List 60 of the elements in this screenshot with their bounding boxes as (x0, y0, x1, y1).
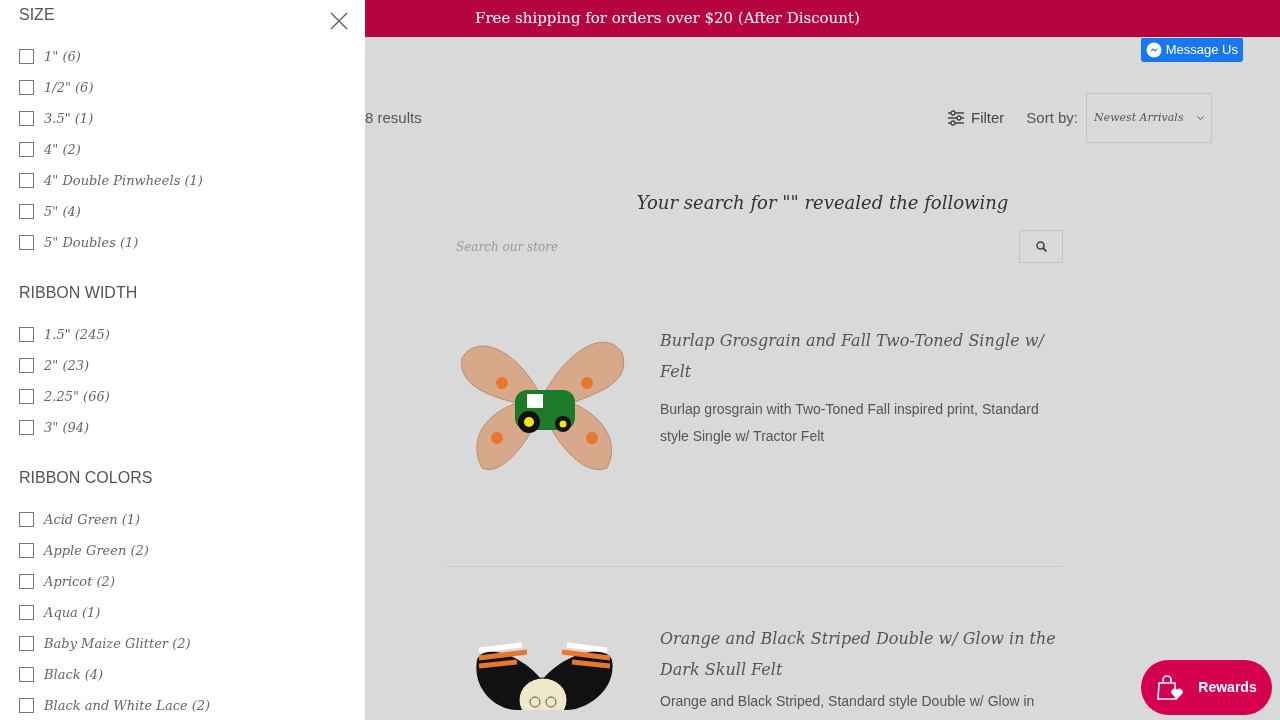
sort-label: Sort by: (1026, 107, 1078, 128)
checkbox[interactable] (19, 80, 34, 95)
search-icon (1035, 241, 1047, 252)
checkbox[interactable] (19, 636, 34, 651)
option-label: 5" (4) (44, 202, 81, 221)
shopping-bag-icon (1156, 674, 1185, 701)
option-label: Apple Green (2) (44, 541, 149, 560)
close-icon (330, 12, 348, 30)
sort-dropdown[interactable]: Newest Arrivals (1086, 93, 1212, 143)
section-heading: RIBBON COLORS (19, 468, 153, 488)
option-label: 1.5" (245) (44, 325, 110, 344)
chat-bubble-icon (1145, 42, 1162, 58)
checkbox[interactable] (19, 358, 34, 373)
product-description: Burlap grosgrain with Two-Toned Fall inspired print, Standard style Single w/ Tractor Felt (660, 400, 1040, 446)
option-label: 1/2" (6) (44, 78, 94, 97)
sliders-icon (947, 110, 964, 126)
close-button[interactable] (328, 10, 350, 32)
option-label: Black and White Lace (2) (44, 696, 211, 715)
checkbox[interactable] (19, 389, 34, 404)
chevron-down-icon (1197, 115, 1204, 121)
option-label: 1" (6) (44, 47, 81, 66)
checkbox[interactable] (19, 204, 34, 219)
option-label: 5" Doubles (1) (44, 233, 139, 252)
checkbox[interactable] (19, 49, 34, 64)
option-label: 2" (23) (44, 356, 90, 375)
rewards-button[interactable]: Rewards (1141, 660, 1272, 715)
checkbox[interactable] (19, 327, 34, 342)
option-label: Baby Maize Glitter (2) (44, 634, 191, 653)
product-title[interactable]: Orange and Black Striped Double w/ Glow in the Dark Skull Felt (660, 623, 1063, 685)
section-heading: SIZE (19, 5, 55, 25)
option-label: Apricot (2) (44, 572, 115, 591)
results-count: 8 results (365, 107, 422, 128)
checkbox[interactable] (19, 698, 34, 713)
checkbox[interactable] (19, 605, 34, 620)
option-label: 3.5" (1) (44, 109, 94, 128)
search-button[interactable] (1019, 230, 1063, 263)
checkbox[interactable] (19, 111, 34, 126)
option-label: Black (4) (44, 665, 104, 684)
checkbox[interactable] (19, 574, 34, 589)
option-label: 3" (94) (44, 418, 90, 437)
announcement-text: Free shipping for orders over $20 (After Discount) (475, 8, 860, 30)
product-description: Orange and Black Striped, Standard style Double w/ Glow in (660, 692, 1036, 711)
product-title[interactable]: Burlap Grosgrain and Fall Two-Toned Single w/ Felt (660, 325, 1063, 387)
filter-button[interactable]: Filter (947, 106, 1005, 130)
message-us-button[interactable]: Message Us (1140, 38, 1243, 62)
checkbox[interactable] (19, 142, 34, 157)
checkbox[interactable] (19, 512, 34, 527)
search-field[interactable]: Search our store (445, 230, 1019, 263)
checkbox[interactable] (19, 543, 34, 558)
checkbox[interactable] (19, 420, 34, 435)
search-heading: Your search for "" revealed the following (636, 191, 1009, 215)
checkbox[interactable] (19, 667, 34, 682)
option-label: Aqua (1) (44, 603, 101, 622)
checkbox[interactable] (19, 173, 34, 188)
option-label: 4" (2) (44, 140, 81, 159)
option-label: 4" Double Pinwheels (1) (44, 171, 203, 190)
option-label: 2.25" (66) (44, 387, 110, 406)
checkbox[interactable] (19, 235, 34, 250)
option-label: Acid Green (1) (44, 510, 141, 529)
section-heading: RIBBON WIDTH (19, 283, 138, 303)
